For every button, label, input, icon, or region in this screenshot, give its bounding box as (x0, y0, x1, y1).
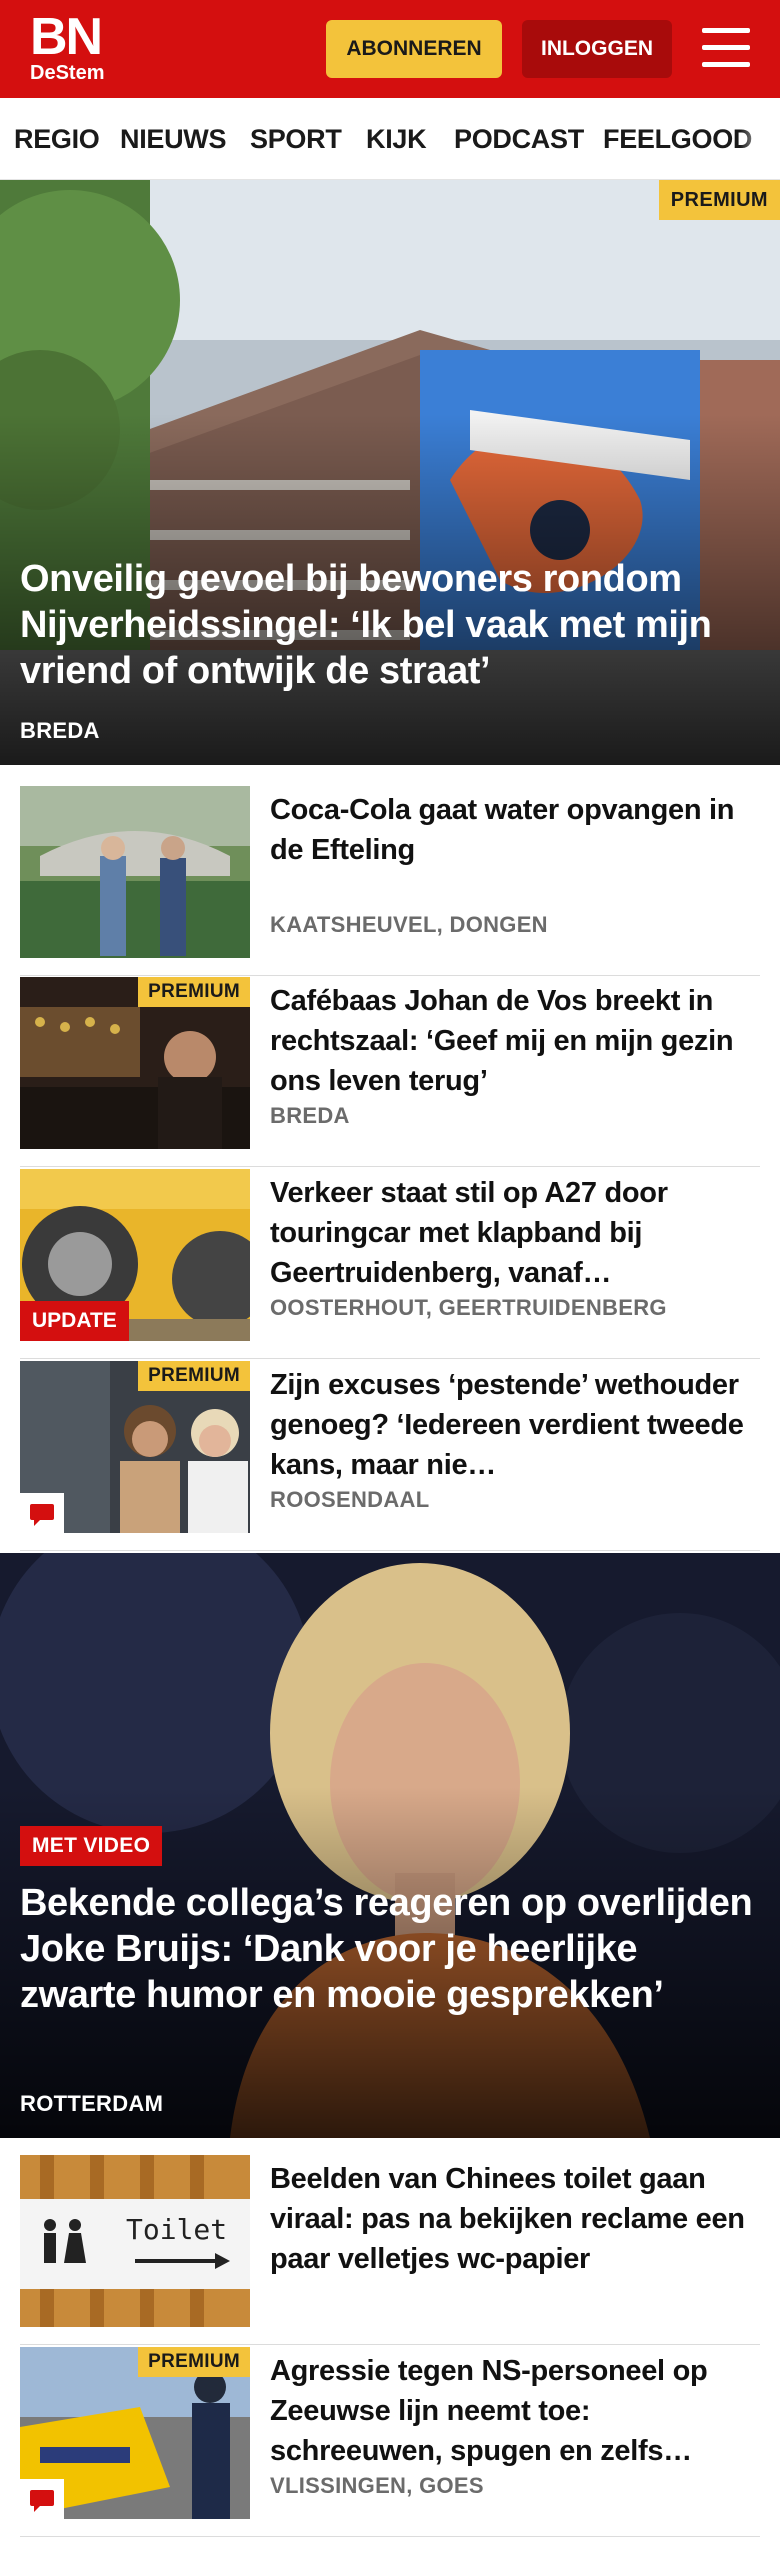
comment-icon (20, 2479, 64, 2519)
nav-scroll-fade (740, 98, 780, 179)
premium-badge: PREMIUM (138, 1361, 250, 1391)
hero-location: ROTTERDAM (20, 2091, 164, 2116)
list-item[interactable]: Toilet Beelden van Chinees toilet gaan v… (20, 2155, 760, 2345)
nav-item-feelgood[interactable]: FEELGOOD (603, 124, 752, 155)
hero-location: BREDA (20, 718, 100, 743)
hero-article-breda[interactable]: PREMIUM Onveilig gevoel bij bewoners ron… (0, 180, 780, 765)
article-location: BREDA (270, 1103, 350, 1128)
article-location: VLISSINGEN, GOES (270, 2473, 484, 2498)
hamburger-line (702, 62, 750, 67)
article-thumbnail: PREMIUM (20, 977, 250, 1149)
list-item[interactable]: PREMIUM Cafébaas Johan de Vos breekt in … (20, 977, 760, 1167)
list-item[interactable]: PREMIUM Zijn excuses ‘pestende’ wethoude… (20, 1361, 760, 1551)
list-item[interactable]: PREMIUM Agressie tegen NS-personeel op Z… (20, 2347, 760, 2537)
article-title: Beelden van Chinees toilet gaan viraal: … (270, 2163, 745, 2275)
article-title: Cafébaas Johan de Vos breekt in rechtsza… (270, 985, 734, 1097)
logo-main: BN (30, 8, 103, 66)
nav-item-podcast[interactable]: PODCAST (454, 124, 584, 155)
subscribe-button[interactable]: ABONNEREN (326, 20, 502, 78)
site-header: BN DeStem ABONNEREN INLOGGEN (0, 0, 780, 98)
list-item[interactable]: Coca-Cola gaat water opvangen in de Efte… (20, 786, 760, 976)
update-badge: UPDATE (20, 1301, 129, 1341)
premium-badge: PREMIUM (138, 2347, 250, 2377)
article-location: KAATSHEUVEL, DONGEN (270, 912, 548, 937)
video-badge: MET VIDEO (20, 1826, 163, 1866)
list-item[interactable]: UPDATE Verkeer staat stil op A27 door to… (20, 1169, 760, 1359)
hamburger-menu-icon[interactable] (700, 24, 752, 74)
premium-badge: PREMIUM (658, 180, 780, 220)
bn-destem-logo[interactable]: BN DeStem (30, 8, 120, 86)
hamburger-line (702, 45, 750, 50)
article-thumbnail: PREMIUM (20, 2347, 250, 2519)
section-nav: REGIO NIEUWS SPORT KIJK PODCAST FEELGOOD (0, 98, 780, 180)
article-thumbnail: UPDATE (20, 1169, 250, 1341)
article-thumbnail (20, 786, 250, 958)
nav-item-sport[interactable]: SPORT (250, 124, 342, 155)
hero-title: Onveilig gevoel bij bewoners rondom Nijv… (20, 558, 712, 692)
article-title: Verkeer staat stil op A27 door touringca… (270, 1177, 668, 1289)
nav-item-regio[interactable]: REGIO (14, 124, 100, 155)
svg-text:Toilet: Toilet (126, 2213, 227, 2246)
hamburger-line (702, 28, 750, 33)
logo-sub: DeStem (30, 62, 105, 84)
article-title: Zijn excuses ‘pestende’ wethouder genoeg… (270, 1369, 744, 1481)
nav-item-kijk[interactable]: KIJK (366, 124, 427, 155)
article-location: ROOSENDAAL (270, 1487, 430, 1512)
login-button[interactable]: INLOGGEN (522, 20, 672, 78)
article-thumbnail: Toilet (20, 2155, 250, 2327)
article-location: OOSTERHOUT, GEERTRUIDENBERG (270, 1295, 667, 1320)
article-thumbnail: PREMIUM (20, 1361, 250, 1533)
article-title: Coca-Cola gaat water opvangen in de Efte… (270, 794, 735, 866)
hero-article-rotterdam[interactable]: MET VIDEO Bekende collega’s reageren op … (0, 1553, 780, 2138)
comment-icon (20, 1493, 64, 1533)
nav-item-nieuws[interactable]: NIEUWS (120, 124, 227, 155)
article-title: Agressie tegen NS-personeel op Zeeuwse l… (270, 2355, 708, 2467)
premium-badge: PREMIUM (138, 977, 250, 1007)
hero-title: Bekende collega’s reageren op overlijden… (20, 1882, 753, 2016)
